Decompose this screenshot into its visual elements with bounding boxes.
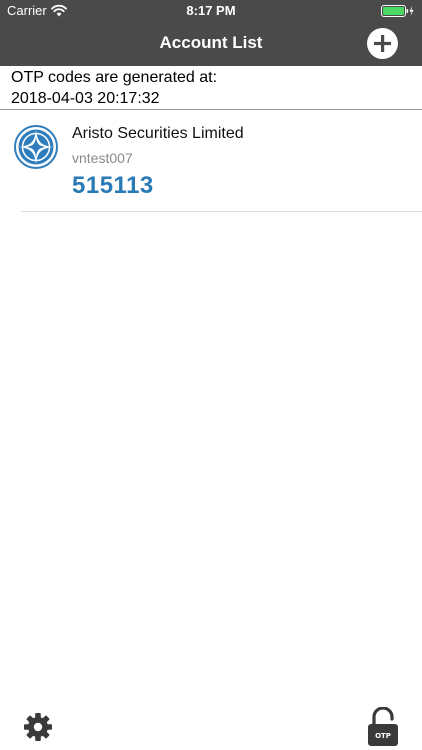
plus-icon: [374, 35, 391, 52]
settings-button[interactable]: [22, 711, 54, 743]
charging-bolt-icon: [409, 6, 414, 16]
padlock-icon: [368, 706, 398, 746]
row-divider: [21, 211, 422, 212]
page-title: Account List: [159, 33, 263, 52]
add-account-button[interactable]: [367, 28, 398, 59]
otp-generated-timestamp: 2018-04-03 20:17:32: [11, 90, 160, 107]
account-list-screen: Carrier 8:17 PM Account List OTP codes a…: [0, 0, 422, 750]
otp-lock-button[interactable]: OTP: [366, 706, 400, 747]
gear-icon: [24, 713, 52, 741]
status-time: 8:17 PM: [186, 3, 236, 18]
otp-generated-label: OTP codes are generated at:: [11, 69, 218, 86]
account-username: vntest007: [72, 150, 133, 166]
otp-code: 515113: [72, 172, 154, 199]
header: Carrier 8:17 PM Account List: [0, 0, 422, 66]
otp-lock-label: OTP: [375, 732, 391, 740]
account-list-item[interactable]: Aristo Securities Limited vntest007 5151…: [0, 111, 422, 212]
account-name: Aristo Securities Limited: [72, 125, 244, 142]
status-bar: Carrier 8:17 PM: [0, 0, 422, 22]
battery-icon: [381, 5, 414, 17]
aristo-logo-icon: [14, 125, 58, 169]
otp-generation-info: OTP codes are generated at: 2018-04-03 2…: [0, 66, 422, 110]
